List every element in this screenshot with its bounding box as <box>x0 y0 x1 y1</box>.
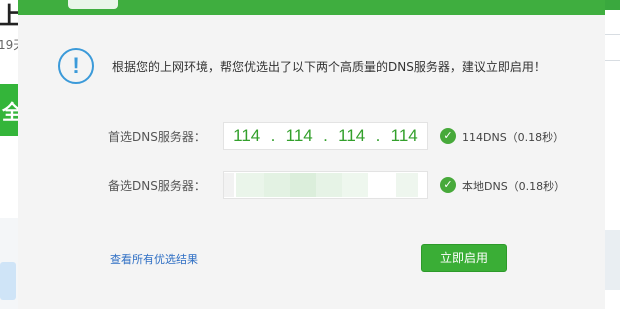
notice-text: 根据您的上网环境，帮您优选出了以下两个高质量的DNS服务器，建议立即启用！ <box>112 59 546 74</box>
primary-dns-result: 114DNS（0.18秒） <box>462 131 565 144</box>
ip-dot: . <box>375 126 381 145</box>
view-all-results-link[interactable]: 查看所有优选结果 <box>110 251 198 267</box>
background-page-left: 上ıē 19天 全 <box>0 0 47 309</box>
secondary-dns-row: 备选DNS服务器： ✓ 本地DNS（0.18秒） <box>18 171 605 199</box>
info-icon: ! <box>58 48 94 84</box>
ip-dot: . <box>323 126 328 145</box>
check-icon: ✓ <box>440 128 456 144</box>
background-right-divider <box>605 34 620 35</box>
ip-dot: . <box>270 126 276 145</box>
check-icon: ✓ <box>440 177 456 193</box>
background-right-box <box>605 230 620 290</box>
dialog-title-bar <box>18 0 605 15</box>
ip-octet: 114 <box>233 126 261 145</box>
blurred-region <box>224 173 234 197</box>
secondary-dns-field-blurred[interactable] <box>223 171 428 199</box>
blurred-region <box>342 173 368 197</box>
background-right-green-bar <box>605 0 620 10</box>
blurred-region <box>316 173 342 197</box>
background-page-right <box>605 0 620 309</box>
ip-octet: 114 <box>285 126 313 145</box>
title-bar-tab[interactable] <box>68 0 118 9</box>
ip-octet: 114 <box>338 126 366 145</box>
notice-row: ! 根据您的上网环境，帮您优选出了以下两个高质量的DNS服务器，建议立即启用！ <box>58 46 546 86</box>
background-right-divider <box>605 60 620 61</box>
primary-dns-label: 首选DNS服务器： <box>108 130 206 144</box>
blurred-region <box>236 173 264 197</box>
background-blue-tile <box>0 262 16 300</box>
secondary-dns-result: 本地DNS（0.18秒） <box>462 180 566 193</box>
primary-dns-field[interactable]: 114 . 114 . 114 . 114 <box>223 122 428 150</box>
blurred-region <box>396 173 418 197</box>
secondary-dns-label: 备选DNS服务器： <box>108 179 206 193</box>
blurred-region <box>264 173 290 197</box>
background-green-tile: 全 <box>0 84 22 136</box>
blurred-region <box>290 173 316 197</box>
dns-optimize-dialog: ! 根据您的上网环境，帮您优选出了以下两个高质量的DNS服务器，建议立即启用！ … <box>18 0 605 309</box>
primary-dns-row: 首选DNS服务器： 114 . 114 . 114 . 114 ✓ 114DNS… <box>18 122 605 150</box>
enable-now-button[interactable]: 立即启用 <box>421 244 507 272</box>
ip-octet: 114 <box>390 126 418 145</box>
